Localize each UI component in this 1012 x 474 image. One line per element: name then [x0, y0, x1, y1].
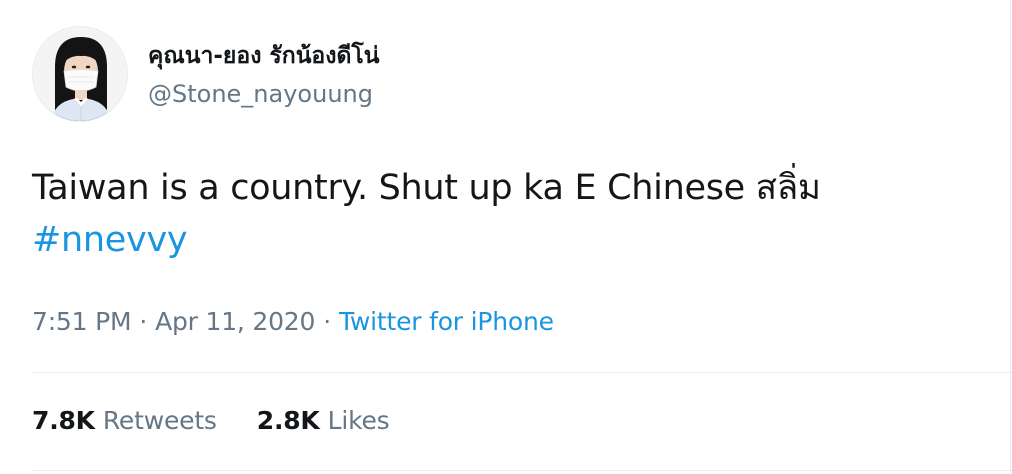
tweet-card: คุณนา-ยอง รักน้องดีโน่ @Stone_nayouung T…	[0, 0, 1012, 474]
hashtag-link[interactable]: #nnevvy	[32, 214, 992, 266]
tweet-body: Taiwan is a country. Shut up ka E Chines…	[32, 162, 992, 266]
tweet-stats: 7.8K Retweets 2.8K Likes	[32, 401, 430, 441]
user-names: คุณนา-ยอง รักน้องดีโน่ @Stone_nayouung	[148, 39, 380, 109]
tweet-header: คุณนา-ยอง รักน้องดีโน่ @Stone_nayouung	[32, 26, 380, 122]
likes-count: 2.8K	[256, 406, 320, 435]
divider	[32, 470, 1012, 471]
retweets-label: Retweets	[102, 406, 217, 435]
likes-label: Likes	[327, 406, 390, 435]
divider	[32, 372, 1012, 373]
tweet-text: Taiwan is a country. Shut up ka E Chines…	[32, 168, 821, 208]
retweets-count: 7.8K	[32, 406, 95, 435]
display-name[interactable]: คุณนา-ยอง รักน้องดีโน่	[148, 41, 380, 71]
tweet-time[interactable]: 7:51 PM	[32, 307, 132, 336]
retweets-stat[interactable]: 7.8K Retweets	[32, 401, 217, 441]
source-link[interactable]: Twitter for iPhone	[339, 307, 554, 336]
user-handle[interactable]: @Stone_nayouung	[148, 79, 380, 109]
likes-stat[interactable]: 2.8K Likes	[257, 401, 390, 441]
avatar-image	[33, 27, 127, 121]
meta-separator: ·	[323, 307, 331, 336]
tweet-meta: 7:51 PM · Apr 11, 2020 · Twitter for iPhone	[32, 302, 554, 342]
avatar[interactable]	[32, 26, 128, 122]
meta-separator: ·	[139, 307, 148, 336]
tweet-date[interactable]: Apr 11, 2020	[155, 307, 315, 336]
